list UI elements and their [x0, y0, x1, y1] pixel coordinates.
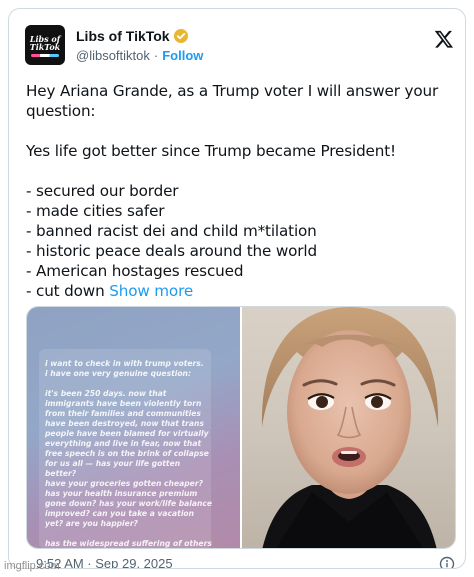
- handle[interactable]: @libsoftiktok: [76, 48, 150, 63]
- avatar[interactable]: Libs of TikTok: [25, 25, 65, 65]
- x-logo-icon[interactable]: [434, 29, 454, 49]
- portrait-illustration: [261, 307, 439, 548]
- media-image-text-post[interactable]: i want to check in with trump voters. i …: [27, 307, 240, 548]
- avatar-logo-stripe: [31, 54, 59, 57]
- media-image-portrait[interactable]: [242, 307, 455, 548]
- tweet-header: Libs of TikTok Libs of TikTok @libsoftik…: [25, 25, 453, 69]
- handle-row: @libsoftiktok · Follow: [76, 46, 203, 64]
- tweet-body: Hey Ariana Grande, as a Trump voter I wi…: [26, 82, 439, 300]
- verified-badge-icon: [173, 29, 188, 43]
- tweet-text: Hey Ariana Grande, as a Trump voter I wi…: [26, 81, 454, 301]
- screenshot-frame: Libs of TikTok Libs of TikTok @libsoftik…: [0, 0, 474, 577]
- display-name[interactable]: Libs of TikTok: [76, 28, 170, 44]
- separator-dot: ·: [153, 47, 159, 63]
- tweet-footer: 9:52 AM · Sep 29, 2025: [26, 556, 455, 568]
- imgflip-watermark: imgflip.com: [4, 560, 60, 572]
- note-image-text: i want to check in with trump voters. i …: [45, 359, 213, 548]
- show-more-link[interactable]: Show more: [109, 282, 193, 300]
- info-icon[interactable]: [439, 556, 455, 568]
- tweet-media[interactable]: i want to check in with trump voters. i …: [26, 306, 456, 549]
- avatar-logo-text: Libs of TikTok: [29, 34, 61, 52]
- name-row: Libs of TikTok: [76, 26, 188, 46]
- tweet-card: Libs of TikTok Libs of TikTok @libsoftik…: [8, 8, 466, 569]
- follow-button[interactable]: Follow: [162, 48, 203, 63]
